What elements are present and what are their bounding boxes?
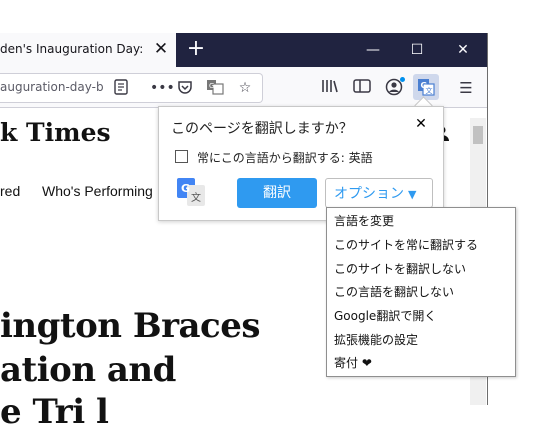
new-tab-button[interactable]: +: [186, 38, 206, 60]
site-nav-item-whos-performing[interactable]: Who's Performing: [42, 183, 153, 199]
chevron-down-icon: ▼: [408, 188, 417, 201]
tab-close-icon[interactable]: ✕: [152, 40, 170, 58]
svg-text:G: G: [181, 182, 190, 195]
always-translate-label[interactable]: 常にこの言語から翻訳する: 英語: [197, 149, 373, 166]
menu-item-donate[interactable]: 寄付 ❤: [334, 354, 372, 371]
headline-line-2[interactable]: ation and: [0, 350, 176, 390]
popup-title: このページを翻訳しますか？: [171, 121, 353, 137]
tab-title: den's Inauguration Day: Live: [0, 42, 148, 56]
translate-button[interactable]: 翻訳: [237, 178, 317, 208]
url-text[interactable]: auguration-day-b: [0, 80, 104, 96]
star-icon[interactable]: ☆: [236, 79, 254, 97]
tab-bar: den's Inauguration Day: Live ✕ + — ☐ ✕: [0, 33, 488, 67]
minimize-button[interactable]: —: [364, 41, 382, 59]
reader-view-icon[interactable]: [112, 79, 130, 97]
options-button-label: オプション: [334, 186, 404, 202]
pocket-icon[interactable]: [176, 79, 194, 97]
options-button[interactable]: オプション ▼: [325, 178, 433, 208]
hamburger-menu-icon[interactable]: ☰: [456, 78, 476, 98]
menu-item-extension-settings[interactable]: 拡張機能の設定: [334, 331, 418, 348]
library-icon[interactable]: [320, 78, 340, 98]
svg-text:G: G: [209, 82, 214, 90]
site-logo[interactable]: k Times: [0, 118, 111, 147]
active-tab[interactable]: den's Inauguration Day: Live ✕: [0, 33, 176, 67]
svg-text:文: 文: [191, 191, 201, 204]
translate-extension-button[interactable]: G 文: [413, 74, 439, 100]
headline-line-3[interactable]: e Tri l: [0, 392, 109, 432]
notification-dot: [400, 77, 405, 82]
close-icon[interactable]: ✕: [413, 116, 429, 132]
menu-item-always-translate-site[interactable]: このサイトを常に翻訳する: [334, 236, 478, 253]
headline-line-1[interactable]: ington Braces: [0, 306, 261, 346]
sidebar-icon[interactable]: [352, 78, 372, 98]
options-menu: 言語を変更 このサイトを常に翻訳する このサイトを翻訳しない この言語を翻訳しな…: [326, 207, 516, 377]
menu-item-open-google-translate[interactable]: Google翻訳で開く: [334, 307, 436, 324]
close-window-button[interactable]: ✕: [454, 41, 472, 59]
translate-popup: このページを翻訳しますか？ ✕ 常にこの言語から翻訳する: 英語 G 文 翻訳 …: [158, 106, 444, 221]
more-actions-icon[interactable]: •••: [150, 79, 175, 97]
always-translate-checkbox[interactable]: [175, 150, 188, 163]
site-nav-item[interactable]: red: [0, 183, 20, 199]
scrollbar-thumb[interactable]: [473, 126, 483, 144]
url-bar[interactable]: auguration-day-b ••• G ☆: [0, 73, 263, 103]
translate-page-icon[interactable]: G: [206, 79, 224, 97]
menu-item-never-translate-language[interactable]: この言語を翻訳しない: [334, 283, 454, 300]
maximize-button[interactable]: ☐: [408, 41, 426, 59]
menu-item-never-translate-site[interactable]: このサイトを翻訳しない: [334, 260, 466, 277]
svg-text:文: 文: [426, 86, 433, 95]
translate-extension-icon: G 文: [418, 79, 435, 96]
google-translate-icon: G 文: [177, 178, 205, 206]
menu-item-change-language[interactable]: 言語を変更: [334, 212, 394, 229]
